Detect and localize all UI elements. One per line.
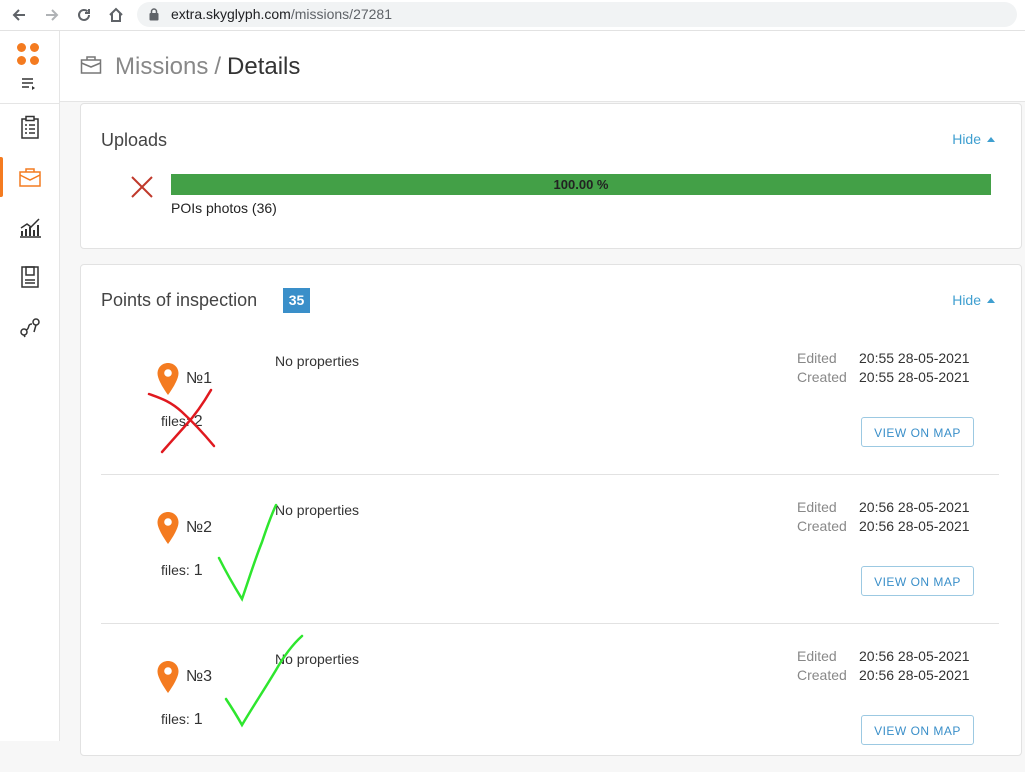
back-arrow-icon[interactable] bbox=[8, 4, 30, 26]
poi-row: №1 files: 2 No properties Edited Created … bbox=[101, 325, 999, 475]
poi-number: №2 bbox=[186, 519, 213, 536]
poi-files: files: 1 bbox=[161, 711, 203, 729]
edited-label: Edited bbox=[797, 648, 837, 664]
cancel-upload-icon[interactable] bbox=[130, 175, 154, 199]
browser-toolbar: extra.skyglyph.com/missions/27281 bbox=[0, 0, 1025, 31]
url-text: extra.skyglyph.com/missions/27281 bbox=[171, 6, 392, 22]
sidebar-item-missions[interactable] bbox=[0, 155, 59, 199]
hide-label: Hide bbox=[952, 292, 981, 308]
clipboard-icon bbox=[20, 115, 39, 139]
breadcrumb-missions[interactable]: Missions bbox=[115, 53, 208, 80]
poi-properties: No properties bbox=[275, 353, 360, 369]
view-on-map-button[interactable]: VIEW ON MAP bbox=[861, 566, 974, 596]
sidebar-divider bbox=[0, 103, 59, 104]
app-logo-icon[interactable] bbox=[17, 43, 41, 67]
poi-number: №1 bbox=[186, 370, 213, 387]
poi-row: №2 files: 1 No properties Edited Created … bbox=[101, 474, 999, 624]
uploads-hide-link[interactable]: Hide bbox=[952, 131, 995, 147]
sidebar-item-documents[interactable] bbox=[0, 255, 59, 299]
poi-properties: No properties bbox=[275, 651, 360, 667]
chart-icon bbox=[19, 218, 41, 238]
breadcrumb-separator: / bbox=[214, 53, 222, 80]
map-pin-icon bbox=[157, 512, 179, 544]
files-count: 2 bbox=[193, 413, 203, 430]
sidebar-item-tasks[interactable] bbox=[0, 105, 59, 149]
poi-hide-link[interactable]: Hide bbox=[952, 292, 995, 308]
address-bar[interactable]: extra.skyglyph.com/missions/27281 bbox=[137, 2, 1017, 27]
sidebar-item-analytics[interactable] bbox=[0, 205, 59, 249]
edited-value: 20:56 28-05-2021 bbox=[859, 648, 970, 664]
files-count: 1 bbox=[193, 562, 203, 579]
files-count: 1 bbox=[193, 711, 203, 728]
poi-card: Points of inspection 35 Hide №1 files: 2 … bbox=[80, 264, 1022, 756]
caret-up-icon bbox=[987, 298, 995, 303]
poi-properties: No properties bbox=[275, 502, 360, 518]
files-label: files: bbox=[161, 562, 190, 578]
poi-files: files: 1 bbox=[161, 562, 203, 580]
reload-icon[interactable] bbox=[73, 4, 95, 26]
briefcase-icon bbox=[80, 56, 102, 74]
map-pin-icon bbox=[157, 661, 179, 693]
poi-title: Points of inspection bbox=[101, 290, 258, 310]
created-label: Created bbox=[797, 369, 847, 385]
files-label: files: bbox=[161, 413, 190, 429]
upload-item-label: POIs photos (36) bbox=[171, 200, 277, 216]
page-header: Missions / Details bbox=[60, 31, 1025, 102]
home-icon[interactable] bbox=[105, 4, 127, 26]
edited-label: Edited bbox=[797, 350, 837, 366]
edited-label: Edited bbox=[797, 499, 837, 515]
edited-value: 20:56 28-05-2021 bbox=[859, 499, 970, 515]
document-icon bbox=[20, 266, 39, 288]
sidebar bbox=[0, 31, 60, 741]
edited-value: 20:55 28-05-2021 bbox=[859, 350, 970, 366]
url-path: /missions/27281 bbox=[290, 6, 392, 22]
page-title: Details bbox=[227, 53, 301, 80]
poi-files: files: 2 bbox=[161, 413, 203, 431]
url-domain: extra.skyglyph.com bbox=[171, 6, 291, 22]
hide-label: Hide bbox=[952, 131, 981, 147]
created-value: 20:56 28-05-2021 bbox=[859, 518, 970, 534]
briefcase-icon bbox=[18, 168, 41, 187]
poi-row: №3 files: 1 No properties Edited Created … bbox=[101, 623, 999, 772]
forward-arrow-icon[interactable] bbox=[41, 4, 63, 26]
menu-toggle-icon[interactable] bbox=[21, 77, 37, 96]
created-value: 20:55 28-05-2021 bbox=[859, 369, 970, 385]
map-pin-icon bbox=[157, 363, 179, 395]
breadcrumb: Missions / Details bbox=[115, 53, 300, 81]
poi-number: №3 bbox=[186, 668, 213, 685]
uploads-card: Uploads Hide 100.00 % POIs photos (36) bbox=[80, 103, 1022, 249]
upload-progress-bar: 100.00 % bbox=[171, 174, 991, 195]
caret-up-icon bbox=[987, 137, 995, 142]
created-value: 20:56 28-05-2021 bbox=[859, 667, 970, 683]
created-label: Created bbox=[797, 667, 847, 683]
route-icon bbox=[19, 318, 40, 338]
lock-icon bbox=[149, 8, 159, 21]
uploads-title: Uploads bbox=[101, 130, 168, 150]
sidebar-item-routes[interactable] bbox=[0, 305, 59, 349]
created-label: Created bbox=[797, 518, 847, 534]
files-label: files: bbox=[161, 711, 190, 727]
view-on-map-button[interactable]: VIEW ON MAP bbox=[861, 417, 974, 447]
progress-text: 100.00 % bbox=[553, 177, 609, 192]
poi-count-badge: 35 bbox=[283, 288, 310, 313]
